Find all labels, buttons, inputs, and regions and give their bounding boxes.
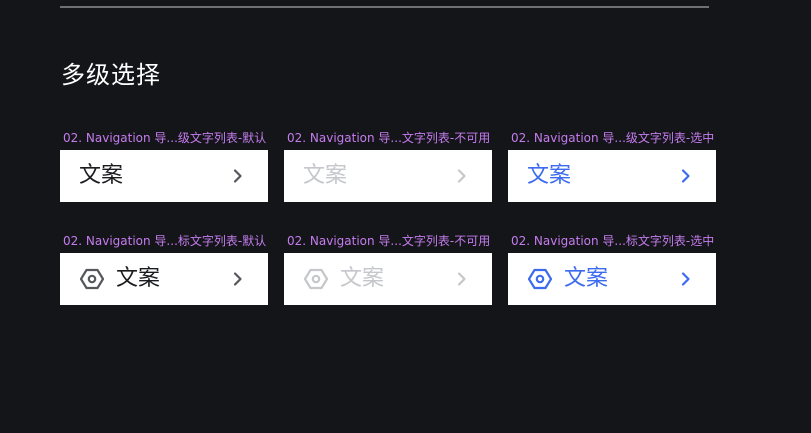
canvas: 多级选择 02. Navigation 导...级文字列表-默认 02. Nav… xyxy=(0,0,811,433)
frame-label: 02. Navigation 导...文字列表-不可用 xyxy=(287,131,491,145)
list-item-label: 文案 xyxy=(527,163,572,188)
list-item-disabled: 文案 xyxy=(284,150,492,202)
list-item-icon-default[interactable]: 文案 xyxy=(60,253,268,305)
frame-label: 02. Navigation 导...标文字列表-选中 xyxy=(511,234,715,248)
hexagon-icon xyxy=(79,266,105,292)
chevron-right-icon xyxy=(452,269,472,289)
chevron-right-icon xyxy=(228,269,248,289)
chevron-right-icon xyxy=(228,166,248,186)
list-item-label: 文案 xyxy=(340,266,385,291)
chevron-right-icon xyxy=(676,269,696,289)
list-item-icon-selected[interactable]: 文案 xyxy=(508,253,716,305)
list-item-label: 文案 xyxy=(116,266,161,291)
chevron-right-icon xyxy=(452,166,472,186)
divider xyxy=(60,6,709,8)
frame-label: 02. Navigation 导...文字列表-不可用 xyxy=(287,234,491,248)
list-item-label: 文案 xyxy=(79,163,124,188)
list-item-default[interactable]: 文案 xyxy=(60,150,268,202)
list-item-icon-disabled: 文案 xyxy=(284,253,492,305)
frame-label: 02. Navigation 导...级文字列表-选中 xyxy=(511,131,715,145)
frame-label: 02. Navigation 导...级文字列表-默认 xyxy=(63,131,267,145)
list-item-label: 文案 xyxy=(564,266,609,291)
frame-label: 02. Navigation 导...标文字列表-默认 xyxy=(63,234,267,248)
hexagon-icon xyxy=(303,266,329,292)
section-title: 多级选择 xyxy=(61,61,161,89)
list-item-label: 文案 xyxy=(303,163,348,188)
hexagon-icon xyxy=(527,266,553,292)
chevron-right-icon xyxy=(676,166,696,186)
list-item-selected[interactable]: 文案 xyxy=(508,150,716,202)
